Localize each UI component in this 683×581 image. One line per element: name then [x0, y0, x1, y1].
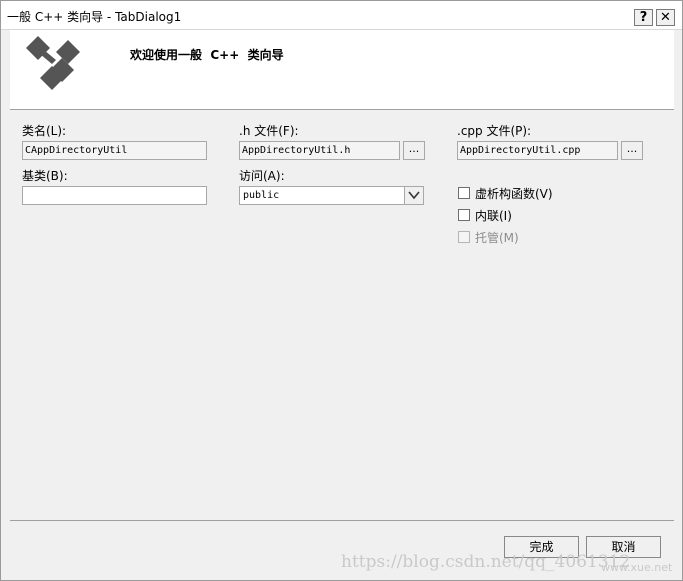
wizard-header: 欢迎使用一般 C++ 类向导: [10, 30, 674, 110]
managed-checkbox: [458, 231, 470, 243]
access-select[interactable]: public: [239, 186, 424, 205]
dialog-window: 一般 C++ 类向导 - TabDialog1 ? ✕ 欢迎使用一般 C++ 类…: [0, 0, 683, 581]
base-class-label: 基类(B):: [22, 169, 68, 183]
access-select-value: public: [243, 190, 280, 201]
class-name-field[interactable]: CAppDirectoryUtil: [22, 141, 207, 160]
inline-label: 内联(I): [475, 209, 512, 223]
watermark-site: www.xue.net: [601, 561, 673, 574]
h-file-browse-button[interactable]: ...: [403, 141, 425, 160]
watermark-url: https://blog.csdn.net/qq_4061312: [341, 552, 631, 572]
class-wizard-logo-icon: [26, 36, 80, 90]
cpp-file-browse-button[interactable]: ...: [621, 141, 643, 160]
virtual-destructor-label: 虚析构函数(V): [475, 187, 553, 201]
chevron-down-icon[interactable]: [404, 187, 423, 204]
welcome-text: 欢迎使用一般 C++ 类向导: [130, 48, 284, 62]
title-bar[interactable]: 一般 C++ 类向导 - TabDialog1 ? ✕: [1, 1, 682, 30]
form-panel: 类名(L): CAppDirectoryUtil 基类(B): .h 文件(F)…: [10, 110, 674, 521]
managed-label: 托管(M): [475, 231, 519, 245]
close-button[interactable]: ✕: [656, 9, 675, 26]
cpp-file-label: .cpp 文件(P):: [457, 124, 532, 138]
window-title: 一般 C++ 类向导 - TabDialog1: [7, 10, 182, 24]
access-label: 访问(A):: [239, 169, 285, 183]
base-class-field[interactable]: [22, 186, 207, 205]
h-file-label: .h 文件(F):: [239, 124, 299, 138]
cpp-file-field[interactable]: AppDirectoryUtil.cpp: [457, 141, 618, 160]
virtual-destructor-checkbox[interactable]: [458, 187, 470, 199]
class-name-label: 类名(L):: [22, 124, 67, 138]
help-button[interactable]: ?: [634, 9, 653, 26]
inline-checkbox[interactable]: [458, 209, 470, 221]
h-file-field[interactable]: AppDirectoryUtil.h: [239, 141, 400, 160]
